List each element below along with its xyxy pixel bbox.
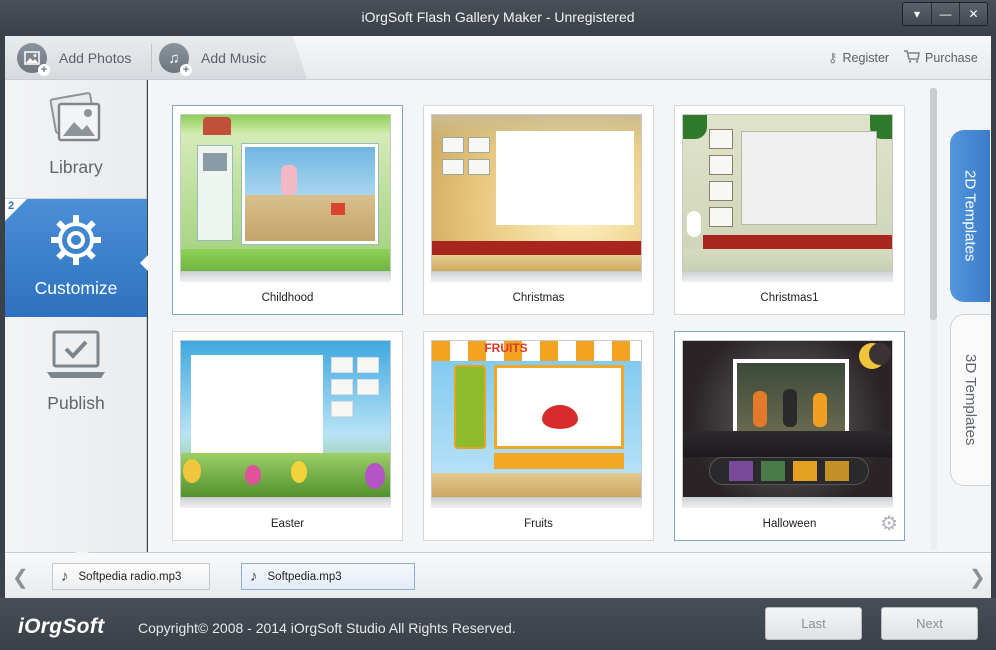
step-number: 2: [8, 200, 15, 212]
template-card-halloween[interactable]: Halloween ⚙: [674, 331, 905, 541]
key-icon: ⚷: [828, 50, 838, 65]
footer: iOrgSoft Copyright© 2008 - 2014 iOrgSoft…: [0, 598, 996, 650]
window-menu-button[interactable]: ▾: [903, 3, 931, 25]
library-icon: [47, 92, 105, 151]
copyright-text: Copyright© 2008 - 2014 iOrgSoft Studio A…: [138, 620, 516, 636]
template-card-easter[interactable]: Easter: [172, 331, 403, 541]
scroll-left-icon[interactable]: ❮: [12, 565, 29, 590]
sidebar-item-customize[interactable]: 2 Customize: [5, 199, 148, 317]
sidebar-item-publish[interactable]: Publish: [5, 330, 147, 440]
template-name: Childhood: [261, 292, 314, 304]
laptop-check-icon: [46, 330, 106, 387]
template-name: Christmas1: [760, 292, 819, 304]
sidebar-item-library[interactable]: Library: [5, 92, 147, 198]
fruits-banner: FRUITS: [484, 341, 528, 355]
thumbnail-reflection: [180, 272, 391, 282]
add-photos-label: Add Photos: [59, 50, 132, 66]
sidebar-item-label: Library: [49, 157, 103, 177]
vertical-scrollbar[interactable]: [930, 88, 937, 550]
template-name: Fruits: [524, 518, 553, 530]
thumbnail-reflection: [682, 272, 893, 282]
sidebar-item-label: Publish: [47, 393, 105, 413]
thumbnail-reflection: [431, 498, 642, 508]
active-pointer: [140, 255, 148, 271]
music-note-icon: ♪: [61, 568, 69, 585]
music-track-name: Softpedia radio.mp3: [78, 570, 182, 583]
scroll-right-icon[interactable]: ❯: [969, 565, 986, 590]
cart-icon: [904, 50, 920, 66]
template-card-christmas1[interactable]: Christmas1: [674, 105, 905, 315]
music-track[interactable]: ♪ Softpedia.mp3: [241, 563, 415, 590]
settings-gear-icon[interactable]: ⚙: [880, 511, 898, 536]
tab-2d-templates[interactable]: 2D Templates: [950, 130, 990, 302]
thumbnail-reflection: [682, 498, 893, 508]
music-track[interactable]: ♪ Softpedia radio.mp3: [52, 563, 210, 590]
template-name: Halloween: [762, 518, 817, 530]
thumbnail-reflection: [431, 272, 642, 282]
minimize-button[interactable]: —: [931, 3, 959, 25]
template-thumbnail: [180, 340, 391, 498]
template-card-christmas[interactable]: Christmas: [423, 105, 654, 315]
title-bar: iOrgSoft Flash Gallery Maker - Unregiste…: [0, 0, 996, 36]
music-track-bar: ❮ ♪ Softpedia radio.mp3 ♪ Softpedia.mp3 …: [5, 552, 991, 598]
template-thumbnail: [682, 340, 893, 498]
toolbar: + Add Photos ♫ + Add Music ⚷ Register Pur…: [5, 36, 991, 80]
close-button[interactable]: ✕: [959, 3, 987, 25]
add-music-label: Add Music: [201, 50, 267, 66]
template-grid: Childhood Christmas Christmas1 Easter FR…: [148, 80, 940, 552]
template-thumbnail: [431, 114, 642, 272]
scrollbar-thumb[interactable]: [930, 88, 937, 320]
add-music-button[interactable]: ♫ + Add Music: [159, 42, 267, 76]
template-thumbnail: FRUITS: [431, 340, 642, 498]
next-button[interactable]: Next: [881, 607, 978, 640]
tab-label: 3D Templates: [962, 354, 979, 446]
window-controls: ▾ — ✕: [902, 2, 988, 26]
brand-logo: iOrgSoft: [18, 615, 105, 638]
workflow-sidebar: Library 2 Customize Publish: [5, 80, 148, 552]
tab-3d-templates[interactable]: 3D Templates: [950, 314, 990, 486]
window-title: iOrgSoft Flash Gallery Maker - Unregiste…: [361, 9, 635, 25]
toolbar-separator: [151, 44, 152, 72]
music-bar-notch: [75, 552, 89, 558]
sidebar-item-label: Customize: [34, 278, 118, 298]
purchase-label: Purchase: [925, 51, 978, 65]
template-card-fruits[interactable]: FRUITS Fruits: [423, 331, 654, 541]
add-photos-button[interactable]: + Add Photos: [17, 42, 132, 76]
template-type-tabs: 2D Templates 3D Templates: [940, 80, 991, 552]
register-label: Register: [842, 51, 890, 65]
template-thumbnail: [180, 114, 391, 272]
thumbnail-reflection: [180, 498, 391, 508]
gear-icon: [49, 213, 103, 272]
music-icon: ♫ +: [159, 43, 192, 76]
template-name: Christmas: [512, 292, 565, 304]
register-link[interactable]: ⚷ Register: [828, 50, 889, 66]
music-track-name: Softpedia.mp3: [267, 570, 342, 583]
template-name: Easter: [270, 518, 305, 530]
template-thumbnail: [682, 114, 893, 272]
tab-label: 2D Templates: [961, 170, 979, 262]
music-note-icon: ♪: [250, 568, 258, 585]
template-card-childhood[interactable]: Childhood: [172, 105, 403, 315]
purchase-link[interactable]: Purchase: [904, 50, 978, 66]
last-button[interactable]: Last: [765, 607, 862, 640]
photo-icon: +: [17, 43, 50, 76]
